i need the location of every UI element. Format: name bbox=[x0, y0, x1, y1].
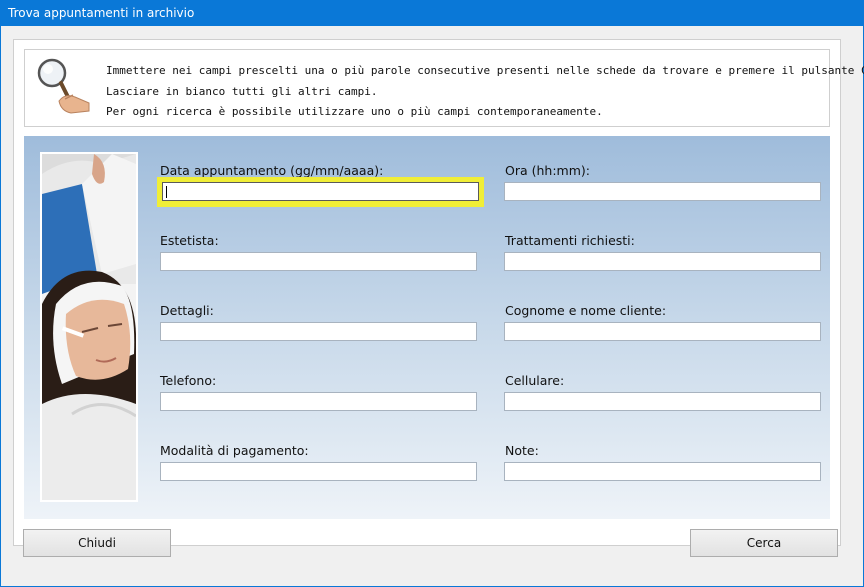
ora-field[interactable] bbox=[504, 182, 821, 201]
label-dettagli: Dettagli: bbox=[160, 303, 214, 318]
dialog-frame: Immettere nei campi prescelti una o più … bbox=[13, 39, 864, 546]
cognome-nome-field[interactable] bbox=[504, 322, 821, 341]
instructions-box: Immettere nei campi prescelti una o più … bbox=[24, 49, 864, 127]
label-note: Note: bbox=[505, 443, 539, 458]
chiudi-button[interactable]: Chiudi bbox=[23, 529, 171, 557]
search-form-panel: Data appuntamento (gg/mm/aaaa): Ora (hh:… bbox=[24, 136, 830, 519]
telefono-field[interactable] bbox=[160, 392, 477, 411]
label-data-appuntamento: Data appuntamento (gg/mm/aaaa): bbox=[160, 163, 384, 178]
text-caret bbox=[166, 186, 167, 198]
note-field[interactable] bbox=[504, 462, 821, 481]
data-appuntamento-field[interactable] bbox=[162, 182, 479, 201]
dialog-client: Immettere nei campi prescelti una o più … bbox=[1, 26, 864, 586]
label-cognome-nome: Cognome e nome cliente: bbox=[505, 303, 667, 318]
label-telefono: Telefono: bbox=[160, 373, 217, 388]
dettagli-field[interactable] bbox=[160, 322, 477, 341]
instruction-line: Immettere nei campi prescelti una o più … bbox=[106, 64, 864, 77]
window-title: Trova appuntamenti in archivio bbox=[8, 6, 195, 20]
cellulare-field[interactable] bbox=[504, 392, 821, 411]
label-ora: Ora (hh:mm): bbox=[505, 163, 590, 178]
window-titlebar[interactable]: Trova appuntamenti in archivio bbox=[0, 0, 864, 26]
instructions-text: Immettere nei campi prescelti una o più … bbox=[106, 61, 864, 123]
label-modalita-pagamento: Modalità di pagamento: bbox=[160, 443, 309, 458]
estetista-field[interactable] bbox=[160, 252, 477, 271]
label-estetista: Estetista: bbox=[160, 233, 219, 248]
beauty-treatment-photo bbox=[40, 152, 138, 502]
label-cellulare: Cellulare: bbox=[505, 373, 565, 388]
cerca-button[interactable]: Cerca bbox=[690, 529, 838, 557]
trattamenti-field[interactable] bbox=[504, 252, 821, 271]
label-trattamenti: Trattamenti richiesti: bbox=[505, 233, 635, 248]
magnifier-hand-icon bbox=[37, 58, 90, 114]
instruction-line: Lasciare in bianco tutti gli altri campi… bbox=[106, 84, 378, 98]
instruction-line: Per ogni ricerca è possibile utilizzare … bbox=[106, 105, 603, 118]
modalita-pagamento-field[interactable] bbox=[160, 462, 477, 481]
